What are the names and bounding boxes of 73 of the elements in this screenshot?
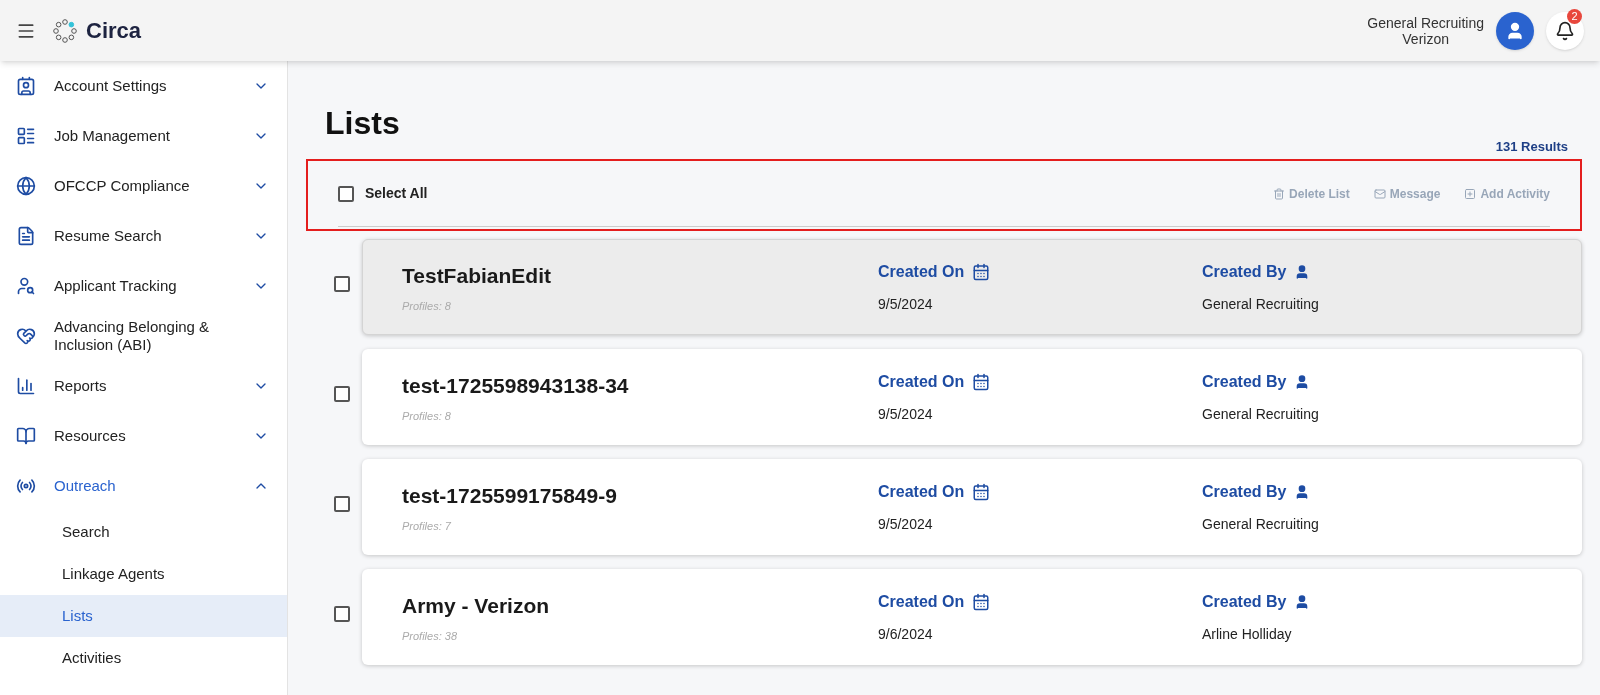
checkbox[interactable]	[334, 496, 350, 512]
list-name[interactable]: test-1725599175849-9	[402, 480, 878, 512]
sidebar-item[interactable]: Outreach	[0, 461, 287, 511]
created-by-label: Created By	[1202, 371, 1287, 392]
organization-name: Verizon	[1402, 30, 1449, 47]
trash-icon	[1273, 187, 1286, 200]
list-card[interactable]: TestFabianEdit Profiles: 8 Created On 9/5/2024 Created By General Recruiting	[362, 239, 1582, 335]
sidebar-item[interactable]: Advancing Belonging & Inclusion (ABI)	[0, 311, 287, 361]
contact-card-icon	[16, 76, 36, 96]
sidebar-item[interactable]: Resources	[0, 411, 287, 461]
list-card[interactable]: Army - Verizon Profiles: 38 Created On 9/6/2024 Created By Arline Holliday	[362, 569, 1582, 665]
checkbox[interactable]	[334, 386, 350, 402]
results-count: 131 Results	[1495, 138, 1568, 156]
created-on-date: 9/5/2024	[878, 514, 934, 534]
user-search-icon	[16, 276, 36, 296]
created-by-name: Arline Holliday	[1202, 624, 1293, 644]
checkbox[interactable]	[338, 185, 354, 202]
person-icon	[1505, 20, 1525, 41]
profiles-count: Profiles: 8	[402, 298, 452, 314]
sidebar-item[interactable]: Job Management	[0, 111, 287, 161]
created-by-label: Created By	[1202, 591, 1287, 612]
created-on-label: Created On	[878, 481, 965, 502]
profiles-count: Profiles: 8	[402, 408, 452, 424]
list-icon	[16, 126, 36, 146]
created-on-date: 9/6/2024	[878, 624, 934, 644]
checkbox[interactable]	[334, 276, 350, 292]
created-on-label: Created On	[878, 371, 965, 392]
heart-hand-icon	[16, 326, 36, 346]
created-by-name: General Recruiting	[1202, 404, 1319, 424]
created-on-label: Created On	[878, 261, 965, 282]
sidebar-subitem[interactable]: Activities	[0, 637, 287, 679]
created-by-name: General Recruiting	[1202, 514, 1319, 534]
globe-icon	[16, 176, 36, 196]
list-card[interactable]: test-1725598943138-34 Profiles: 8 Created On 9/5/2024 Created By General Recruiting	[362, 349, 1582, 445]
created-on-label: Created On	[878, 591, 965, 612]
checkbox[interactable]	[334, 606, 350, 622]
created-by-label: Created By	[1202, 261, 1287, 282]
calendar-icon	[972, 592, 991, 611]
list-name[interactable]: TestFabianEdit	[402, 260, 878, 292]
notification-count-badge: 2	[1567, 8, 1582, 24]
sidebar-item[interactable]: Resume Search	[0, 211, 287, 261]
sidebar-subitem[interactable]: Lists	[0, 595, 287, 637]
user-name: General Recruiting	[1367, 14, 1484, 31]
signal-icon	[16, 476, 36, 496]
document-icon	[16, 226, 36, 246]
list-card[interactable]: test-1725599175849-9 Profiles: 7 Created On 9/5/2024 Created By General Recruiting	[362, 459, 1582, 555]
list-name[interactable]: Army - Verizon	[402, 590, 878, 622]
select-all-label[interactable]: Select All	[365, 183, 428, 204]
sidebar-item[interactable]: Applicant Tracking	[0, 261, 287, 311]
avatar-button[interactable]	[1496, 11, 1534, 50]
sidebar-item[interactable]: OFCCP Compliance	[0, 161, 287, 211]
calendar-icon	[972, 262, 991, 281]
calendar-icon	[972, 372, 991, 391]
calendar-icon	[972, 482, 991, 501]
list-name[interactable]: test-1725598943138-34	[402, 370, 878, 402]
bar-chart-icon	[16, 376, 36, 396]
dots-ring-icon	[52, 17, 78, 44]
sidebar-item[interactable]: Account Settings	[0, 61, 287, 111]
mail-icon	[1373, 187, 1386, 200]
page-title: Lists	[325, 105, 401, 141]
created-by-label: Created By	[1202, 481, 1287, 502]
created-by-name: General Recruiting	[1202, 294, 1319, 314]
created-on-date: 9/5/2024	[878, 294, 934, 314]
profiles-count: Profiles: 38	[402, 628, 459, 644]
notification-bell-icon[interactable]	[1546, 11, 1584, 50]
created-on-date: 9/5/2024	[878, 404, 934, 424]
logo-text: Circa	[86, 17, 142, 45]
sidebar-item[interactable]: Reports	[0, 361, 287, 411]
sidebar-subitem[interactable]: Search	[0, 511, 287, 553]
profiles-count: Profiles: 7	[402, 518, 452, 534]
book-icon	[16, 426, 36, 446]
add-icon	[1464, 187, 1477, 200]
sidebar-subitem[interactable]: Linkage Agents	[0, 553, 287, 595]
